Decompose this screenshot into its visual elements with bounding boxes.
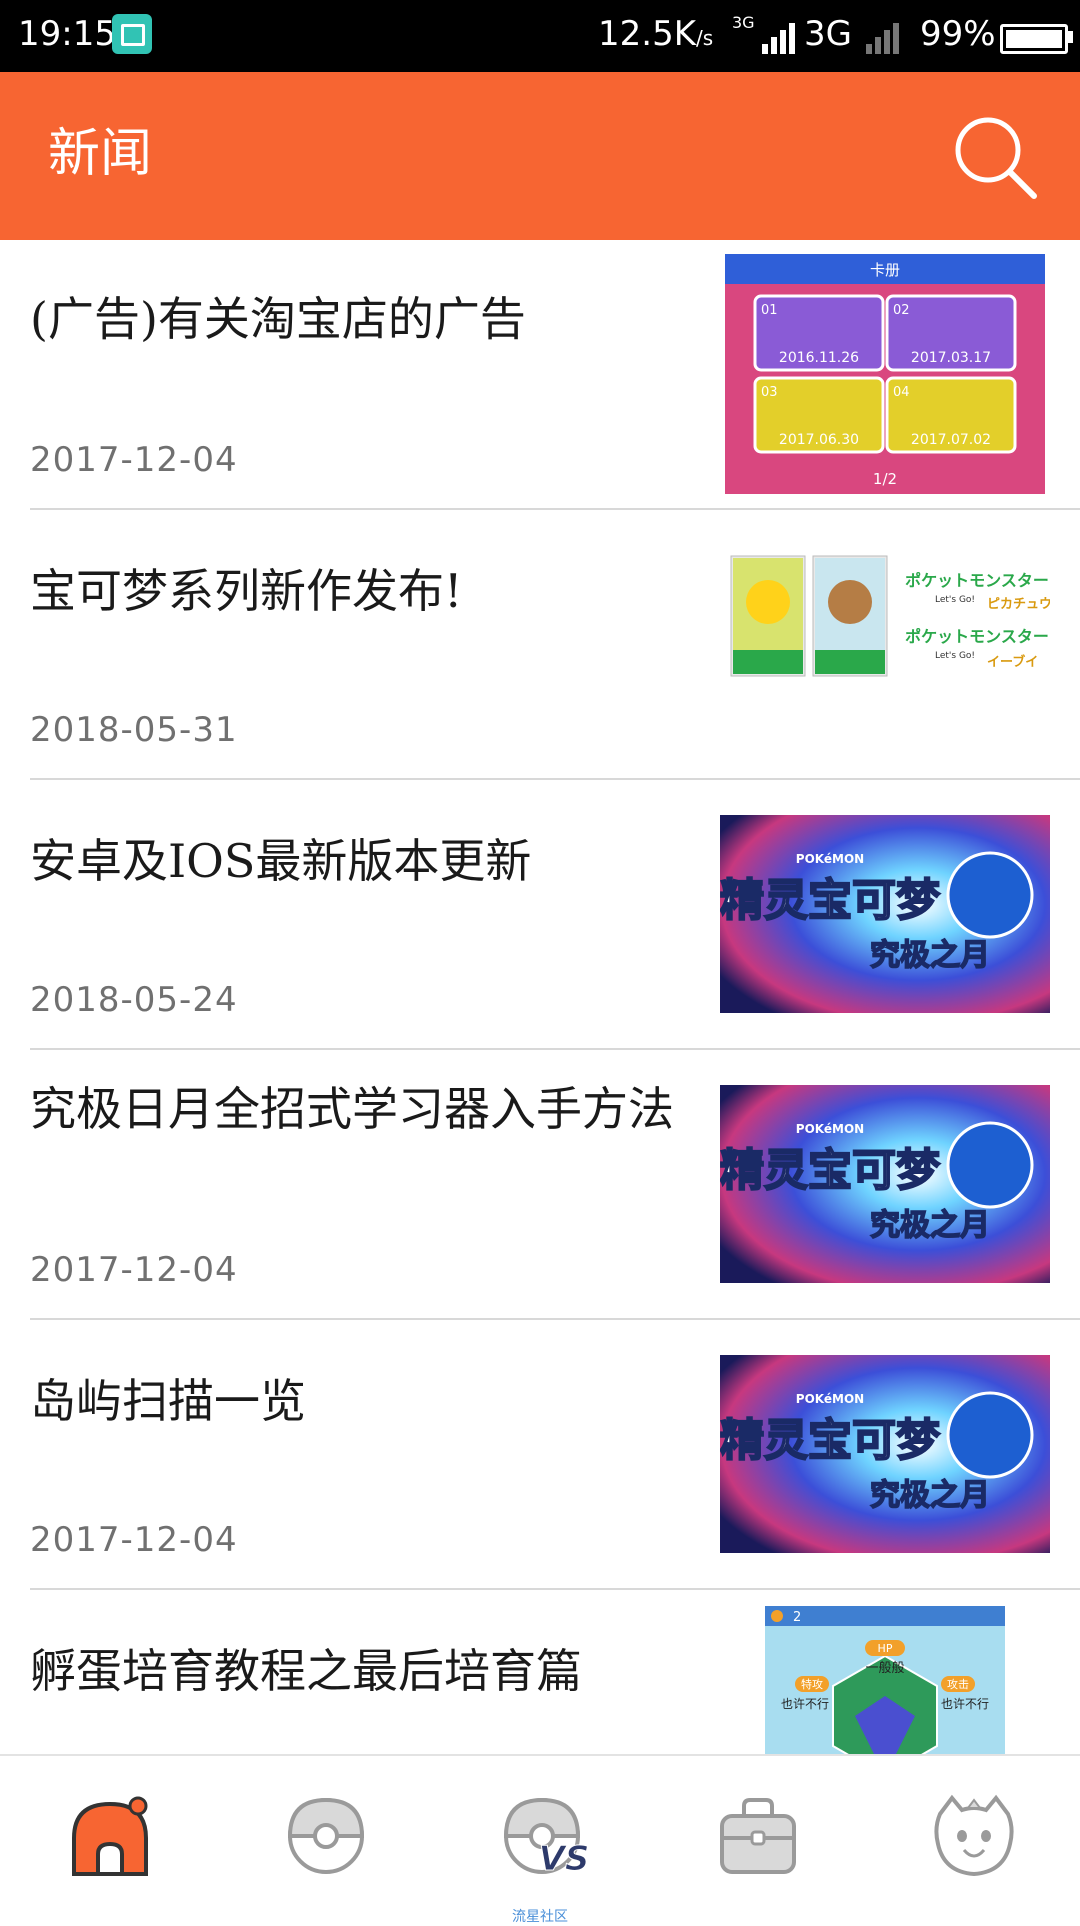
banner-game-title: 精灵宝可梦	[720, 1415, 940, 1466]
news-date: 2017-12-04	[30, 440, 238, 480]
meowth-face-icon	[934, 1794, 1014, 1877]
battery-percent: 99%	[920, 14, 996, 54]
svg-text:VS: VS	[539, 1839, 590, 1878]
boxart-logo-name: イーブイ	[987, 654, 1038, 670]
stats-spatk: 特攻	[801, 1677, 823, 1691]
news-item[interactable]: 究极日月全招式学习器入手方法 2017-12-04 POKéMON 精灵宝可梦	[0, 1050, 1080, 1320]
news-thumbnail: 2 HP 一般般 攻击 也许不行 特攻 也许不行 特防 防御	[765, 1606, 1005, 1754]
network-type-small: 3G	[732, 13, 755, 32]
banner-pokemon: POKéMON	[796, 1392, 864, 1406]
banner-pokemon: POKéMON	[796, 1122, 864, 1136]
album-header: 卡册	[870, 261, 900, 279]
album-slot: 02	[893, 303, 910, 318]
news-item[interactable]: 宝可梦系列新作发布! 2018-05-31 ポケットモンスター Let's Go…	[0, 510, 1080, 780]
tab-meowth[interactable]	[864, 1756, 1080, 1922]
news-date: 2018-05-24	[30, 980, 238, 1020]
banner-game-title: 精灵宝可梦	[720, 875, 940, 926]
album-date: 2017.03.17	[911, 350, 991, 366]
boxart-logo-tag: Let's Go!	[935, 595, 975, 605]
album-slot: 04	[893, 385, 910, 400]
page-title: 新闻	[48, 124, 153, 184]
bottom-tab-bar: VS 流星社区	[0, 1754, 1080, 1925]
boxart-logo-line: ポケットモンスター	[905, 571, 1049, 590]
news-item[interactable]: 安卓及IOS最新版本更新 2018-05-24 POKéMON 精灵宝可梦 究极…	[0, 780, 1080, 1050]
news-title: 究极日月全招式学习器入手方法	[30, 1082, 674, 1136]
vs-battle-icon: VS	[503, 1797, 590, 1878]
album-page: 1/2	[873, 470, 897, 488]
status-time: 19:15	[18, 14, 116, 54]
network-speed-unit: /s	[696, 26, 714, 50]
search-icon	[955, 117, 1037, 199]
news-title: 安卓及IOS最新版本更新	[30, 834, 532, 888]
news-date: 2018-05-31	[30, 710, 238, 750]
stats-level: 2	[793, 1610, 801, 1625]
album-date: 2017.06.30	[779, 432, 859, 448]
stats-note: 也许不行	[781, 1697, 829, 1711]
album-date: 2016.11.26	[779, 350, 859, 366]
banner-subtitle: 究极之月	[870, 1478, 990, 1513]
network-speed-value: 12.5K	[598, 14, 696, 54]
news-item[interactable]: (广告)有关淘宝店的广告 2017-12-04 卡册 01 02 03 04 2…	[0, 240, 1080, 510]
network-type: 3G	[804, 14, 852, 54]
battery-tip	[1068, 31, 1073, 43]
news-item[interactable]: 孵蛋培育教程之最后培育篇 2 HP 一般般 攻击 也许不行 特攻 也许不行 特防	[0, 1590, 1080, 1754]
album-slot: 01	[761, 303, 778, 318]
news-thumbnail: ポケットモンスター Let's Go! ピカチュウ ポケットモンスター Let'…	[725, 550, 1050, 685]
app-bar: 新闻	[0, 72, 1080, 240]
news-thumbnail: POKéMON 精灵宝可梦 究极之月	[720, 1355, 1050, 1553]
battery-icon	[1000, 24, 1068, 54]
boxart-logo-name: ピカチュウ	[987, 597, 1050, 612]
boxart-logo-line: ポケットモンスター	[905, 627, 1049, 646]
stats-note: 也许不行	[941, 1697, 989, 1711]
bag-icon	[720, 1798, 796, 1874]
pokeball-icon	[287, 1797, 365, 1874]
news-title: (广告)有关淘宝店的广告	[30, 292, 526, 346]
news-item[interactable]: 岛屿扫描一览 2017-12-04 POKéMON 精灵宝可梦 究极之月	[0, 1320, 1080, 1590]
stats-hp: HP	[878, 1642, 893, 1655]
banner-subtitle: 究极之月	[870, 1208, 990, 1243]
news-title: 孵蛋培育教程之最后培育篇	[30, 1644, 582, 1698]
tab-label: 流星社区	[512, 1909, 568, 1925]
news-title: 宝可梦系列新作发布!	[30, 564, 463, 618]
news-thumbnail: 卡册 01 02 03 04 2016.11.26 2017.03.17 201…	[725, 254, 1045, 494]
news-date: 2017-12-04	[30, 1250, 238, 1290]
stats-atk: 攻击	[947, 1677, 969, 1691]
signal-weak-icon	[866, 16, 906, 54]
screenshot-icon	[112, 14, 152, 54]
search-button[interactable]	[950, 112, 1040, 202]
news-list: (广告)有关淘宝店的广告 2017-12-04 卡册 01 02 03 04 2…	[0, 240, 1080, 1754]
tab-vs-community[interactable]: VS 流星社区	[432, 1756, 648, 1925]
album-slot: 03	[761, 385, 778, 400]
signal-icon	[762, 16, 802, 54]
boxart-logo-tag: Let's Go!	[935, 651, 975, 661]
news-title: 岛屿扫描一览	[30, 1374, 306, 1428]
stats-center: 一般般	[865, 1660, 904, 1676]
album-date: 2017.07.02	[911, 432, 991, 448]
banner-game-title: 精灵宝可梦	[720, 1145, 940, 1196]
news-thumbnail: POKéMON 精灵宝可梦 究极之月	[720, 815, 1050, 1013]
tab-bag[interactable]	[648, 1756, 864, 1922]
news-date: 2017-12-04	[30, 1520, 238, 1560]
tab-pokeball[interactable]	[216, 1756, 432, 1922]
status-bar: 19:15 12.5K/s 3G 3G 99%	[0, 0, 1080, 72]
network-speed: 12.5K/s	[598, 14, 713, 58]
home-icon	[72, 1796, 148, 1876]
news-thumbnail: POKéMON 精灵宝可梦 究极之月	[720, 1085, 1050, 1283]
tab-home[interactable]	[0, 1756, 216, 1922]
banner-pokemon: POKéMON	[796, 852, 864, 866]
banner-subtitle: 究极之月	[870, 938, 990, 973]
